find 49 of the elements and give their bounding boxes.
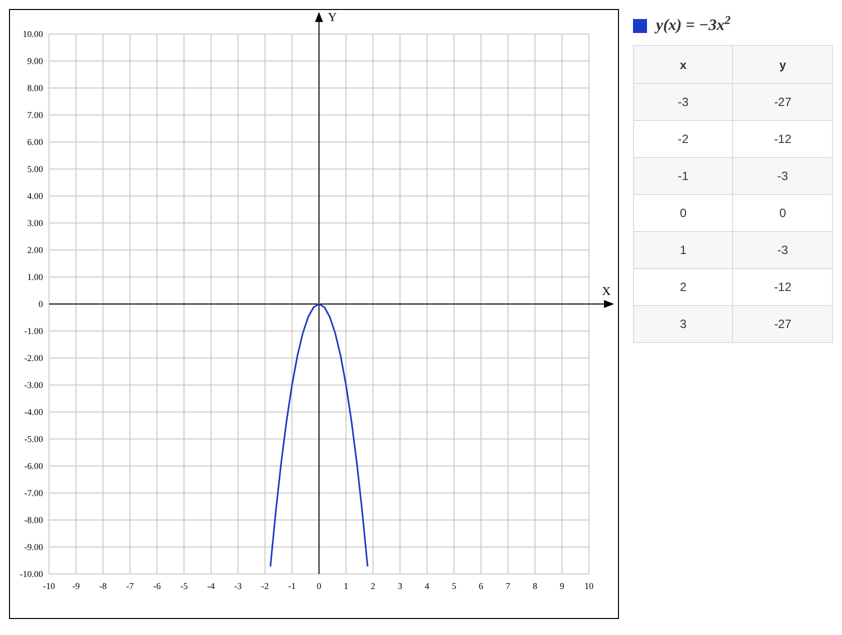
tick-label: -7: [126, 581, 134, 591]
table-cell: -27: [732, 306, 832, 342]
tick-label: 1.00: [27, 272, 43, 282]
tick-label: -5.00: [24, 434, 43, 444]
tick-label: 9.00: [27, 56, 43, 66]
table-cell: 3: [634, 306, 733, 342]
tick-label: 8: [532, 581, 538, 591]
tick-label: -10: [43, 581, 55, 591]
tick-label: 0: [38, 299, 43, 309]
axis-label: Y: [328, 10, 337, 24]
tick-label: -6: [153, 581, 161, 591]
tick-label: -8.00: [24, 515, 43, 525]
tick-label: -5: [180, 581, 188, 591]
tick-label: 10.00: [22, 29, 43, 39]
tick-label: 7: [506, 581, 510, 591]
tick-label: 3: [398, 581, 402, 591]
tick-label: -8: [99, 581, 107, 591]
tick-label: -10.00: [20, 569, 43, 579]
tick-label: -3: [234, 581, 242, 591]
tick-label: -1.00: [24, 326, 43, 336]
tick-label: 2.00: [27, 245, 43, 255]
tick-label: 4: [424, 581, 430, 591]
tick-label: 7.00: [27, 110, 43, 120]
tick-label: -9: [72, 581, 80, 591]
tick-label: -6.00: [24, 461, 43, 471]
tick-label: -9.00: [24, 542, 43, 552]
column-header: x: [634, 46, 733, 84]
tick-label: -3.00: [24, 380, 43, 390]
legend-formula: y(x) = −3x$^{2}$: [656, 14, 731, 36]
tick-label: 0: [316, 581, 322, 591]
tick-label: 6.00: [27, 137, 43, 147]
tick-label: 9: [560, 581, 564, 591]
tick-label: 10: [584, 581, 594, 591]
tick-label: -2: [261, 581, 269, 591]
axis-label: X: [602, 284, 611, 298]
tick-label: -4.00: [24, 407, 43, 417]
column-header: y: [732, 46, 832, 84]
tick-label: 2: [370, 581, 376, 591]
tick-label: -7.00: [24, 488, 43, 498]
tick-label: 5: [452, 581, 456, 591]
tick-label: 3.00: [27, 218, 43, 228]
tick-label: 1: [344, 581, 348, 591]
tick-label: 8.00: [27, 83, 43, 93]
tick-label: 6: [478, 581, 484, 591]
tick-label: -2.00: [24, 353, 43, 363]
tick-label: 5.00: [27, 164, 43, 174]
tick-label: -1: [288, 581, 296, 591]
tick-label: -4: [207, 581, 215, 591]
tick-label: 4.00: [27, 191, 43, 201]
